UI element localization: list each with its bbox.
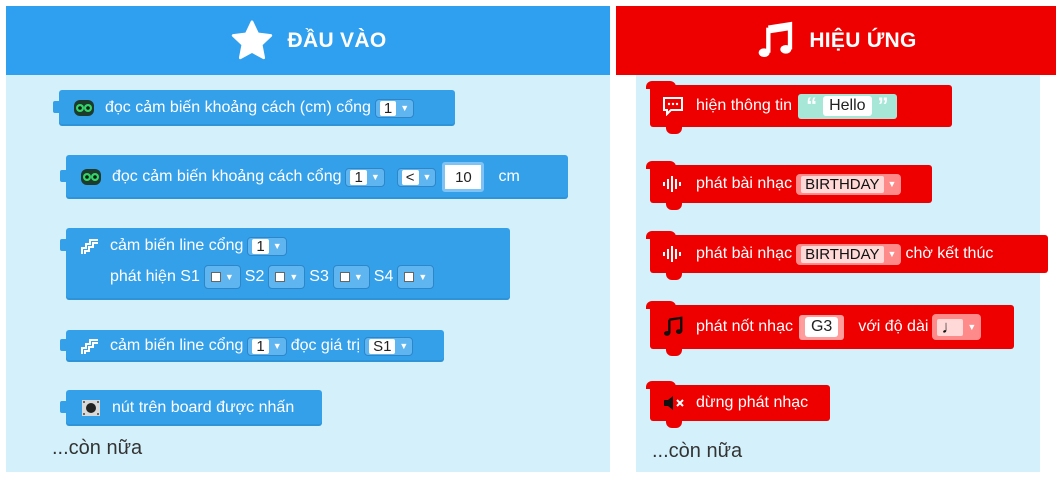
- line-sensor-icon: [81, 239, 98, 254]
- s2-label: S2: [244, 268, 265, 285]
- checkbox-icon: [275, 272, 286, 282]
- detect-label: phát hiện S1: [110, 268, 200, 285]
- line-sensor-detect-block[interactable]: cảm biến line cổng 1 ▼ phát hiện S1 ▼ S2 …: [60, 228, 510, 300]
- song-dropdown[interactable]: BIRTHDAY ▼: [796, 173, 902, 195]
- open-quote-icon: “: [806, 93, 818, 118]
- block-label: phát bài nhạc: [696, 175, 793, 192]
- mute-speaker-icon: [664, 396, 684, 410]
- unit-label: cm: [498, 168, 520, 185]
- s3-label: S3: [309, 268, 329, 285]
- effects-block-list: hiện thông tin “ Hello ” phát bài nhạc B…: [636, 75, 1048, 472]
- chevron-down-icon: ▼: [272, 241, 282, 251]
- input-category-title: ĐẦU VÀO: [287, 28, 387, 52]
- block-label: nút trên board được nhấn: [112, 399, 295, 416]
- robot-head-icon: [81, 169, 101, 185]
- quarter-note-icon: ♩: [937, 318, 964, 336]
- effects-category-panel: HIỆU ỨNG hiện thông tin “ Hello ” phát b…: [616, 6, 1056, 472]
- block-label: cảm biến line cổng: [110, 337, 244, 354]
- input-category-header[interactable]: ĐẦU VÀO: [6, 6, 610, 75]
- board-button-pressed-block[interactable]: nút trên board được nhấn: [60, 390, 322, 426]
- play-note-block[interactable]: phát nốt nhạc G3 với độ dài ♩ ▼: [646, 301, 1014, 356]
- block-label: phát bài nhạc: [696, 245, 793, 262]
- speech-bubble-icon: [663, 97, 683, 116]
- input-category-panel: ĐẦU VÀO đọc cảm biến khoảng cách (cm) cổ…: [6, 6, 610, 472]
- s1-checkbox-dropdown[interactable]: ▼: [203, 265, 241, 289]
- checkbox-icon: [339, 272, 350, 282]
- close-quote-icon: ”: [877, 93, 889, 118]
- chevron-down-icon: ▼: [887, 249, 897, 259]
- s4-checkbox-dropdown[interactable]: ▼: [397, 265, 435, 289]
- more-link[interactable]: ...còn nữa: [52, 437, 142, 460]
- effects-category-header[interactable]: HIỆU ỨNG: [616, 6, 1056, 75]
- chevron-down-icon: ▼: [289, 272, 299, 282]
- operator-dropdown[interactable]: < ▼: [396, 167, 437, 187]
- push-button-icon: [82, 400, 100, 416]
- music-note-icon: [758, 21, 793, 57]
- checkbox-icon: [210, 272, 221, 282]
- chevron-down-icon: ▼: [399, 341, 409, 351]
- note-input[interactable]: G3: [798, 314, 845, 340]
- chevron-down-icon: ▼: [370, 172, 380, 182]
- chevron-down-icon: ▼: [400, 103, 410, 113]
- effects-category-title: HIỆU ỨNG: [809, 28, 917, 52]
- block-label: phát nốt nhạc: [696, 318, 793, 335]
- star-icon: [231, 19, 272, 59]
- chevron-down-icon: ▼: [272, 341, 282, 351]
- line-sensor-read-block[interactable]: cảm biến line cổng 1 ▼ đọc giá trị S1 ▼: [60, 330, 444, 362]
- port-dropdown[interactable]: 1 ▼: [374, 98, 415, 118]
- sound-wave-icon: [663, 246, 681, 262]
- read-value-label: đọc giá trị: [290, 337, 361, 354]
- stop-music-block[interactable]: dừng phát nhạc: [646, 381, 830, 428]
- duration-dropdown[interactable]: ♩ ▼: [932, 314, 982, 340]
- robot-head-icon: [74, 100, 94, 116]
- port-dropdown[interactable]: 1 ▼: [247, 236, 287, 256]
- block-label: đọc cảm biến khoảng cách (cm) cổng: [105, 99, 371, 116]
- checkbox-icon: [404, 272, 415, 282]
- play-song-block[interactable]: phát bài nhạc BIRTHDAY ▼: [646, 161, 932, 210]
- duration-label: với độ dài: [858, 318, 929, 335]
- sound-wave-icon: [663, 176, 681, 192]
- play-song-wait-block[interactable]: phát bài nhạc BIRTHDAY ▼ chờ kết thúc: [646, 231, 1048, 280]
- block-label: cảm biến line cổng: [110, 237, 244, 254]
- distance-sensor-compare-block[interactable]: đọc cảm biến khoảng cách cổng 1 ▼ < ▼ 10 c…: [60, 155, 568, 199]
- more-link[interactable]: ...còn nữa: [652, 440, 742, 463]
- port-dropdown[interactable]: 1 ▼: [345, 167, 385, 187]
- chevron-down-icon: ▼: [967, 322, 977, 332]
- s4-label: S4: [373, 268, 394, 285]
- s2-checkbox-dropdown[interactable]: ▼: [268, 265, 306, 289]
- block-label: hiện thông tin: [696, 97, 793, 114]
- chevron-down-icon: ▼: [418, 272, 428, 282]
- music-note-icon: [664, 316, 683, 336]
- line-sensor-icon: [81, 339, 98, 354]
- distance-sensor-read-block[interactable]: đọc cảm biến khoảng cách (cm) cổng 1 ▼: [53, 90, 455, 126]
- text-value-input[interactable]: “ Hello ”: [798, 93, 897, 119]
- block-label: dừng phát nhạc: [696, 394, 809, 411]
- port-dropdown[interactable]: 1 ▼: [247, 336, 287, 356]
- chevron-down-icon: ▼: [224, 272, 234, 282]
- show-info-block[interactable]: hiện thông tin “ Hello ”: [646, 81, 952, 134]
- s3-checkbox-dropdown[interactable]: ▼: [332, 265, 370, 289]
- chevron-down-icon: ▼: [887, 179, 897, 189]
- chevron-down-icon: ▼: [353, 272, 363, 282]
- chevron-down-icon: ▼: [422, 172, 432, 182]
- song-dropdown[interactable]: BIRTHDAY ▼: [796, 243, 902, 265]
- distance-value-input[interactable]: 10: [442, 162, 485, 192]
- block-label: đọc cảm biến khoảng cách cổng: [112, 168, 342, 185]
- sensor-dropdown[interactable]: S1 ▼: [364, 336, 414, 356]
- wait-finish-label: chờ kết thúc: [905, 245, 994, 262]
